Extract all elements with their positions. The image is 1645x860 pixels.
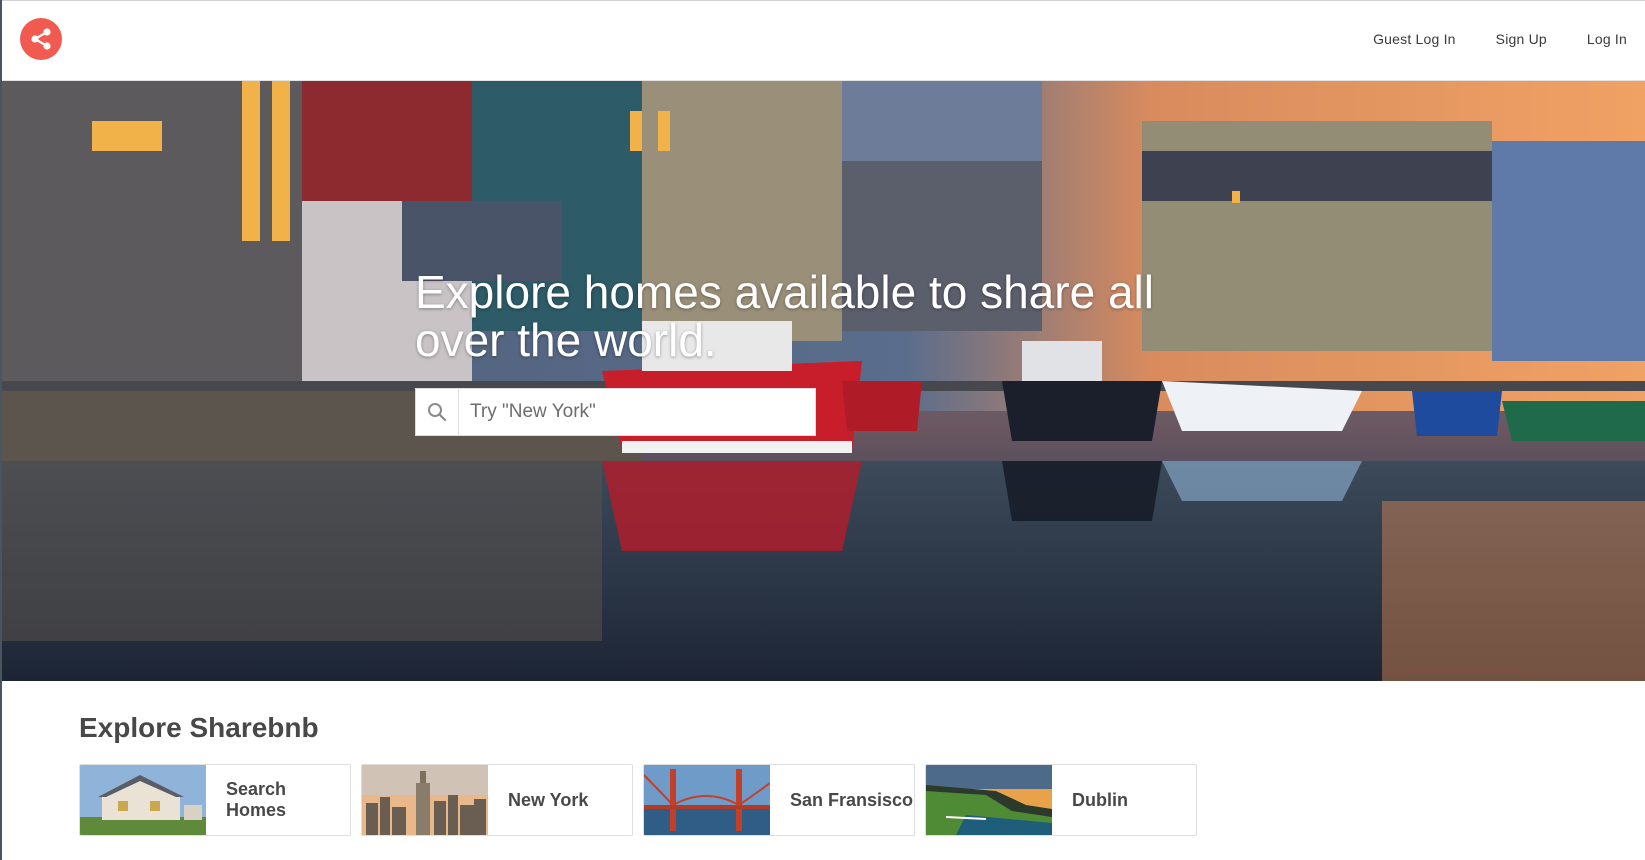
card-san-francisco[interactable]: San Fransisco: [643, 764, 915, 836]
hero-banner: Explore homes available to share all ove…: [2, 81, 1645, 681]
search-icon: [416, 389, 459, 435]
share-icon[interactable]: [20, 18, 62, 60]
coastal-cliffs-image: [926, 765, 1052, 835]
harbor-photo: [2, 81, 1645, 681]
hero-title: Explore homes available to share all ove…: [415, 266, 1154, 366]
card-search-homes[interactable]: Search Homes: [79, 764, 351, 836]
top-navbar: Guest Log In Sign Up Log In: [2, 0, 1645, 81]
card-label: New York: [508, 789, 589, 810]
card-new-york[interactable]: New York: [361, 764, 633, 836]
section-title: Explore Sharebnb: [79, 712, 319, 743]
page: Guest Log In Sign Up Log In Explore home…: [0, 0, 1645, 860]
signup-link[interactable]: Sign Up: [1496, 31, 1547, 47]
explore-cards: Search Homes New York San Fransisco Dubl…: [79, 764, 1197, 836]
card-label: Dublin: [1072, 789, 1128, 810]
guest-login-link[interactable]: Guest Log In: [1373, 31, 1456, 47]
card-label: San Fransisco: [790, 789, 914, 810]
nav-links: Guest Log In Sign Up Log In: [1373, 31, 1627, 47]
house-image: [80, 765, 206, 835]
search-input[interactable]: [459, 389, 815, 435]
card-dublin[interactable]: Dublin: [925, 764, 1197, 836]
golden-gate-image: [644, 765, 770, 835]
city-skyline-image: [362, 765, 488, 835]
card-label: Search Homes: [226, 779, 287, 820]
login-link[interactable]: Log In: [1587, 31, 1627, 47]
search-bar: [415, 388, 816, 436]
